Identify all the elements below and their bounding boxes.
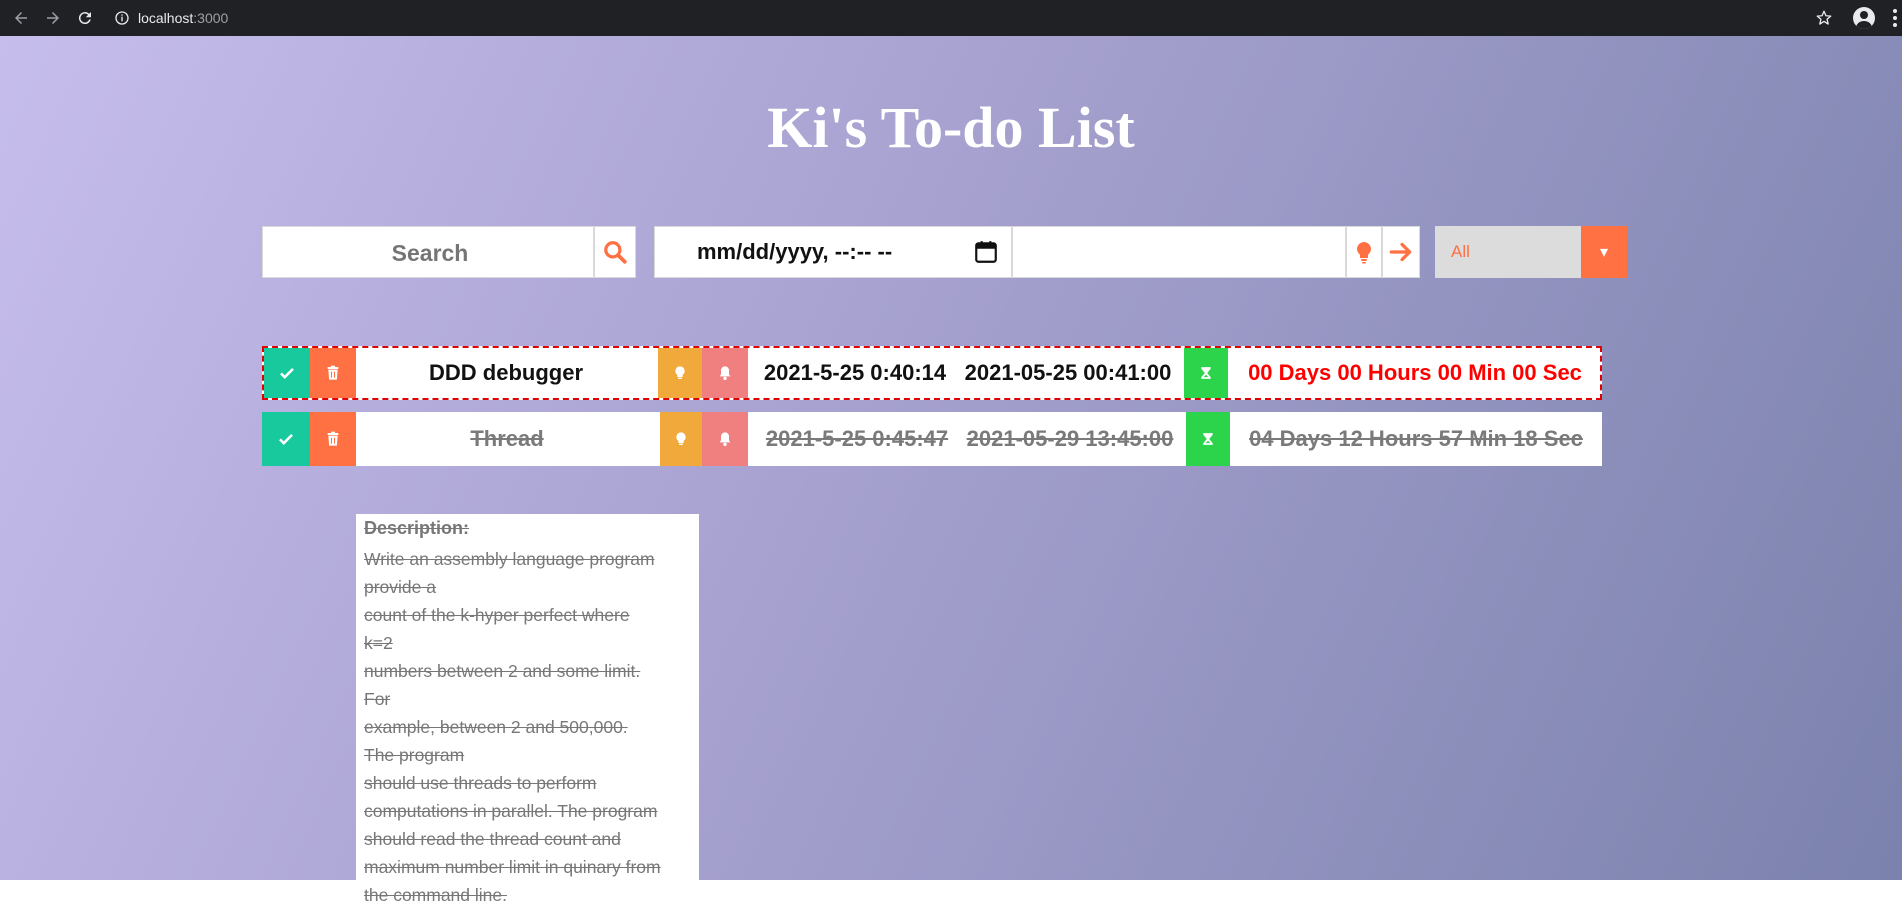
search-icon bbox=[604, 241, 627, 264]
description-toggle-button[interactable] bbox=[1346, 226, 1382, 278]
description-line: example, between 2 and 500,000. bbox=[364, 717, 628, 737]
bookmark-star-icon[interactable] bbox=[1812, 6, 1836, 30]
arrow-right-icon bbox=[1389, 242, 1412, 262]
menu-dots-icon[interactable] bbox=[1892, 9, 1898, 27]
filter-dropdown-icon[interactable]: ▾ bbox=[1581, 226, 1627, 278]
description-body: Write an assembly language program provi… bbox=[364, 545, 691, 909]
todo-name: Thread bbox=[470, 426, 544, 451]
todo-due-time: 2021-05-29 13:45:00 bbox=[966, 426, 1174, 451]
bell-icon bbox=[719, 432, 731, 446]
todo-created-time: 2021-5-25 0:45:47 bbox=[765, 426, 949, 451]
filter-select[interactable]: All ▾ bbox=[1435, 226, 1627, 278]
description-line: the command line. bbox=[364, 885, 507, 905]
trash-icon bbox=[327, 365, 339, 380]
search-input[interactable] bbox=[263, 227, 597, 279]
description-line: maximum number limit in quinary from bbox=[364, 857, 661, 877]
info-icon bbox=[115, 11, 129, 25]
delete-button[interactable] bbox=[310, 412, 356, 466]
new-task-input[interactable] bbox=[1012, 226, 1346, 278]
description-line: Write an assembly language program bbox=[364, 549, 655, 569]
search-button[interactable] bbox=[594, 226, 636, 278]
reminder-button[interactable] bbox=[702, 412, 748, 466]
complete-button[interactable] bbox=[264, 348, 310, 398]
due-date-input[interactable]: mm/dd/yyyy, --:-- -- bbox=[654, 226, 1012, 278]
todo-item: Thread 2021-5-25 0:45:47 2021-05-29 13:4… bbox=[262, 412, 1602, 466]
timer-button[interactable] bbox=[1184, 348, 1228, 398]
todo-item: DDD debugger 2021-5-25 0:40:14 2021-05-2… bbox=[262, 346, 1602, 400]
complete-button[interactable] bbox=[262, 412, 310, 466]
calendar-icon[interactable] bbox=[973, 239, 999, 265]
reminder-button[interactable] bbox=[702, 348, 748, 398]
description-line: k=2 bbox=[364, 633, 393, 653]
check-icon bbox=[279, 433, 293, 445]
todo-time-left: 00 Days 00 Hours 00 Min 00 Sec bbox=[1248, 360, 1582, 385]
profile-avatar-icon[interactable] bbox=[1852, 6, 1876, 30]
search-field[interactable] bbox=[262, 226, 597, 279]
todo-name: DDD debugger bbox=[429, 360, 583, 385]
page-title: Ki's To-do List bbox=[767, 95, 1135, 160]
bell-icon bbox=[719, 366, 731, 380]
todo-due-time: 2021-05-25 00:41:00 bbox=[964, 360, 1172, 385]
reload-icon[interactable] bbox=[74, 7, 96, 29]
hourglass-icon bbox=[1203, 433, 1213, 445]
description-line: numbers between 2 and some limit. bbox=[364, 661, 641, 681]
todo-time-left: 04 Days 12 Hours 57 Min 18 Sec bbox=[1249, 426, 1583, 451]
filter-selected-value: All bbox=[1451, 242, 1470, 261]
show-description-button[interactable] bbox=[660, 412, 702, 466]
add-task-button[interactable] bbox=[1382, 226, 1420, 278]
description-heading: Description: bbox=[364, 518, 470, 538]
lightbulb-icon bbox=[676, 432, 686, 445]
delete-button[interactable] bbox=[310, 348, 356, 398]
description-line: count of the k-hyper perfect where bbox=[364, 605, 630, 625]
lightbulb-icon bbox=[1357, 242, 1371, 264]
app-background: Ki's To-do List mm/dd/yyyy, --:-- -- All… bbox=[0, 36, 1902, 910]
url-host: localhost bbox=[138, 10, 194, 26]
back-arrow-icon[interactable] bbox=[10, 7, 32, 29]
lightbulb-icon bbox=[675, 366, 685, 379]
timer-button[interactable] bbox=[1186, 412, 1230, 466]
description-line: should read the thread count and bbox=[364, 829, 621, 849]
address-bar[interactable]: localhost:3000 bbox=[114, 10, 228, 26]
todo-created-time: 2021-5-25 0:40:14 bbox=[763, 360, 947, 385]
trash-icon bbox=[327, 431, 339, 446]
description-line: provide a bbox=[364, 577, 436, 597]
browser-toolbar: localhost:3000 bbox=[0, 0, 1902, 36]
description-line: computations in parallel. The program bbox=[364, 801, 658, 821]
description-line: For bbox=[364, 689, 391, 709]
forward-arrow-icon[interactable] bbox=[42, 7, 64, 29]
hourglass-icon bbox=[1201, 367, 1211, 379]
description-line: The program bbox=[364, 745, 465, 765]
description-line: should use threads to perform bbox=[364, 773, 597, 793]
due-date-value: mm/dd/yyyy, --:-- -- bbox=[697, 239, 893, 264]
description-panel: Description: Write an assembly language … bbox=[356, 514, 699, 910]
show-description-button[interactable] bbox=[658, 348, 702, 398]
check-icon bbox=[280, 367, 294, 379]
url-port: :3000 bbox=[193, 10, 229, 26]
